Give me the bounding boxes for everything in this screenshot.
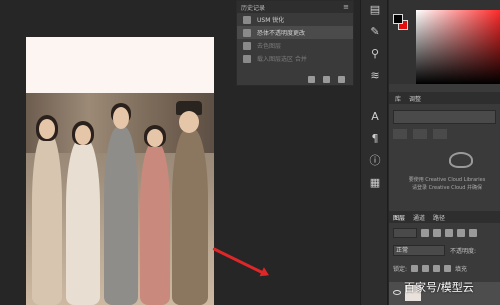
shape-filter-icon[interactable]	[457, 229, 465, 237]
foreground-color-swatch[interactable]	[393, 14, 403, 24]
history-item[interactable]: 载入图层选区 合并	[237, 52, 353, 65]
color-picker-field[interactable]	[416, 10, 500, 84]
trash-icon[interactable]	[338, 75, 345, 83]
paragraph-icon[interactable]: ¶	[368, 132, 382, 146]
list-view-icon[interactable]	[413, 129, 427, 139]
history-item-label: 去色图层	[257, 43, 282, 50]
search-icon[interactable]	[433, 129, 447, 139]
watermark-text: 百家号/模型云	[404, 281, 474, 294]
tab-adjustments[interactable]: 调整	[409, 94, 421, 103]
lock-label: 锁定:	[393, 265, 408, 273]
grid-view-icon[interactable]	[393, 129, 407, 139]
lock-all-icon[interactable]	[444, 264, 452, 272]
lock-image-icon[interactable]	[422, 264, 430, 272]
info-icon[interactable]: ⓘ	[368, 154, 382, 168]
history-state-icon	[243, 15, 251, 24]
text-icon[interactable]: A	[368, 110, 382, 124]
blend-row: 正常 不透明度:	[393, 244, 496, 256]
creative-cloud-icon	[449, 152, 473, 168]
head-4	[147, 129, 163, 147]
history-panel-icon[interactable]: ▤	[368, 3, 382, 17]
cc-text-line1: 要使用 Creative Cloud Libraries	[408, 177, 486, 183]
history-item[interactable]: USM 锐化	[237, 13, 353, 26]
history-item-selected[interactable]: 恐体不透明度更改	[237, 26, 353, 39]
library-select[interactable]	[393, 110, 496, 124]
history-footer	[237, 73, 353, 85]
adjustment-filter-icon[interactable]	[433, 229, 441, 237]
person-5	[172, 129, 208, 305]
head-1	[39, 119, 55, 139]
person-2	[66, 139, 100, 305]
eye-icon[interactable]	[393, 290, 401, 295]
history-item-label: 恐体不透明度更改	[257, 30, 306, 37]
brush-settings-icon[interactable]: ≋	[368, 69, 382, 83]
history-item[interactable]: 去色图层	[237, 39, 353, 52]
fill-label: 填充	[455, 265, 468, 273]
new-document-from-state-icon[interactable]	[308, 75, 315, 83]
panel-menu-icon[interactable]: ≡	[343, 3, 349, 11]
person-1	[32, 133, 62, 305]
head-2	[75, 125, 91, 145]
opacity-label: 不透明度:	[450, 247, 477, 255]
history-state-icon	[243, 41, 251, 50]
cc-login-message: 要使用 Creative Cloud Libraries 请登录 Creativ…	[397, 176, 497, 192]
properties-icon[interactable]: ▦	[368, 176, 382, 190]
adjust-icon[interactable]: ⚲	[368, 47, 382, 61]
tab-layers[interactable]: 图层	[393, 213, 405, 222]
history-tabbar: 历史记录 ≡	[237, 1, 353, 13]
lock-position-icon[interactable]	[433, 264, 441, 272]
tab-paths[interactable]: 路径	[433, 213, 445, 222]
person-4	[140, 143, 170, 305]
history-item-label: 载入图层选区 合并	[257, 56, 307, 63]
tab-libraries[interactable]: 库	[395, 94, 401, 103]
panel-icon-strip: ▤ ✎ ⚲ ≋ A ¶ ⓘ ▦	[360, 0, 388, 305]
smart-object-filter-icon[interactable]	[469, 229, 477, 237]
color-panel	[389, 0, 500, 84]
lock-row: 锁定: 填充	[393, 262, 496, 274]
head-3	[113, 107, 129, 129]
layers-tabbar: 图层 通道 路径	[389, 211, 500, 223]
type-filter-icon[interactable]	[445, 229, 453, 237]
layer-kind-select[interactable]	[393, 228, 417, 238]
camera-snapshot-icon[interactable]	[323, 75, 330, 83]
history-state-icon	[243, 54, 251, 63]
group-photo	[26, 93, 214, 305]
history-item-label: USM 锐化	[257, 17, 285, 24]
history-panel: 历史记录 ≡ USM 锐化 恐体不透明度更改 去色图层 载入图层选区 合并	[236, 0, 354, 86]
library-toolbar	[393, 128, 496, 140]
person-3	[104, 127, 138, 305]
tab-channels[interactable]: 通道	[413, 213, 425, 222]
history-state-icon	[243, 28, 251, 37]
right-panel: 库 调整 要使用 Creative Cloud Libraries 请登录 Cr…	[389, 0, 500, 305]
brush-icon[interactable]: ✎	[368, 25, 382, 39]
libraries-tabbar: 库 调整	[389, 92, 500, 104]
layer-filter-row	[393, 227, 496, 239]
pixel-filter-icon[interactable]	[421, 229, 429, 237]
head-5	[179, 111, 199, 133]
cc-text-line2: 请登录 Creative Cloud 并确保	[411, 185, 482, 191]
document-canvas[interactable]	[26, 37, 214, 305]
lock-transparent-icon[interactable]	[411, 264, 419, 272]
blend-mode-select[interactable]: 正常	[393, 244, 445, 256]
history-tab[interactable]: 历史记录	[241, 3, 265, 12]
